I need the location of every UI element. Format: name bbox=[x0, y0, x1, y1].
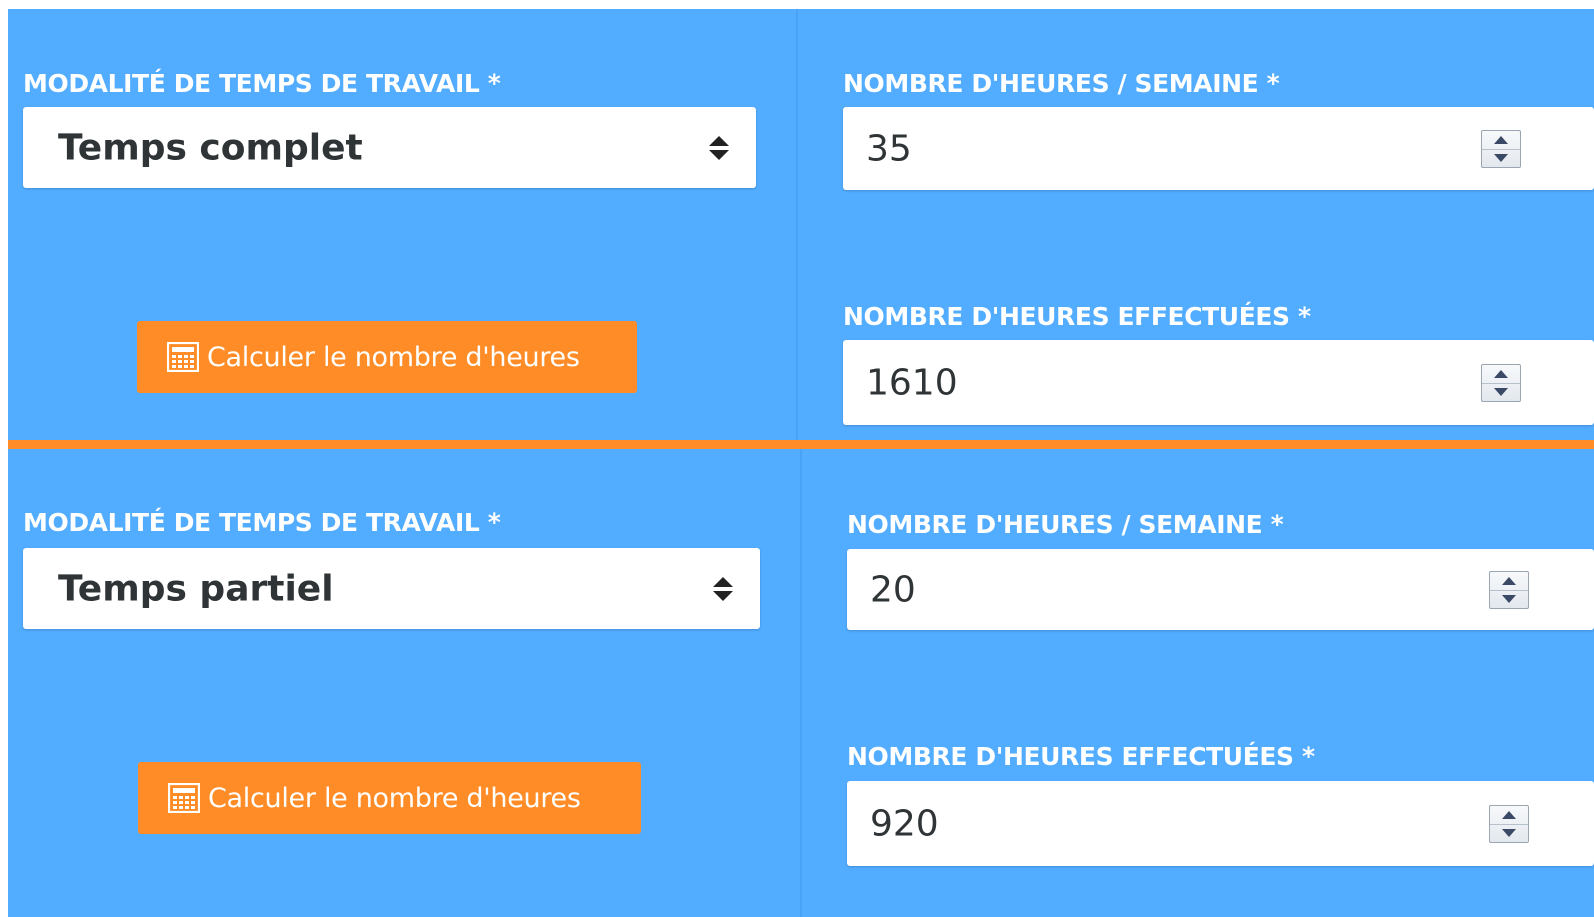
spinner-down-arrow-icon[interactable] bbox=[1482, 149, 1520, 167]
spinner-down-arrow-icon[interactable] bbox=[1482, 383, 1520, 401]
work-time-mode-label: MODALITÉ DE TEMPS DE TRAVAIL * bbox=[23, 508, 501, 537]
hours-done-label: NOMBRE D'HEURES EFFECTUÉES * bbox=[847, 742, 1315, 771]
work-time-form-2: MODALITÉ DE TEMPS DE TRAVAIL * Temps par… bbox=[8, 449, 1594, 917]
work-time-mode-select[interactable]: Temps partiel bbox=[23, 548, 760, 629]
form-separator bbox=[8, 440, 1594, 449]
work-time-mode-select[interactable]: Temps complet bbox=[23, 107, 756, 188]
hours-per-week-value: 20 bbox=[870, 569, 916, 610]
calculator-icon bbox=[167, 342, 199, 372]
sort-arrows-icon bbox=[713, 576, 733, 601]
hours-done-spinner[interactable] bbox=[1489, 804, 1529, 843]
hours-per-week-input[interactable]: 35 bbox=[843, 107, 1594, 190]
work-time-mode-label: MODALITÉ DE TEMPS DE TRAVAIL * bbox=[23, 69, 501, 98]
hours-per-week-input[interactable]: 20 bbox=[847, 549, 1594, 630]
calculate-hours-label: Calculer le nombre d'heures bbox=[207, 341, 580, 373]
work-time-form-1: MODALITÉ DE TEMPS DE TRAVAIL * Temps com… bbox=[8, 9, 1594, 440]
calculator-icon bbox=[168, 783, 200, 813]
hours-per-week-label: NOMBRE D'HEURES / SEMAINE * bbox=[843, 69, 1280, 98]
spinner-up-arrow-icon[interactable] bbox=[1490, 572, 1528, 591]
spinner-down-arrow-icon[interactable] bbox=[1490, 824, 1528, 842]
work-time-mode-value: Temps partiel bbox=[58, 568, 334, 609]
hours-per-week-spinner[interactable] bbox=[1489, 570, 1529, 609]
spinner-up-arrow-icon[interactable] bbox=[1482, 131, 1520, 150]
spinner-up-arrow-icon[interactable] bbox=[1482, 365, 1520, 384]
hours-per-week-label: NOMBRE D'HEURES / SEMAINE * bbox=[847, 510, 1284, 539]
work-time-mode-value: Temps complet bbox=[58, 127, 363, 168]
hours-per-week-spinner[interactable] bbox=[1481, 129, 1521, 168]
hours-done-input[interactable]: 920 bbox=[847, 781, 1594, 866]
sort-arrows-icon bbox=[709, 135, 729, 160]
column-divider bbox=[796, 9, 798, 440]
hours-done-value: 1610 bbox=[866, 362, 958, 403]
spinner-down-arrow-icon[interactable] bbox=[1490, 590, 1528, 608]
calculate-hours-button[interactable]: Calculer le nombre d'heures bbox=[138, 762, 641, 834]
hours-done-spinner[interactable] bbox=[1481, 363, 1521, 402]
hours-done-value: 920 bbox=[870, 803, 939, 844]
hours-done-input[interactable]: 1610 bbox=[843, 340, 1594, 425]
calculate-hours-label: Calculer le nombre d'heures bbox=[208, 782, 581, 814]
calculate-hours-button[interactable]: Calculer le nombre d'heures bbox=[137, 321, 637, 393]
hours-per-week-value: 35 bbox=[866, 128, 912, 169]
spinner-up-arrow-icon[interactable] bbox=[1490, 806, 1528, 825]
hours-done-label: NOMBRE D'HEURES EFFECTUÉES * bbox=[843, 302, 1311, 331]
column-divider bbox=[800, 449, 802, 917]
